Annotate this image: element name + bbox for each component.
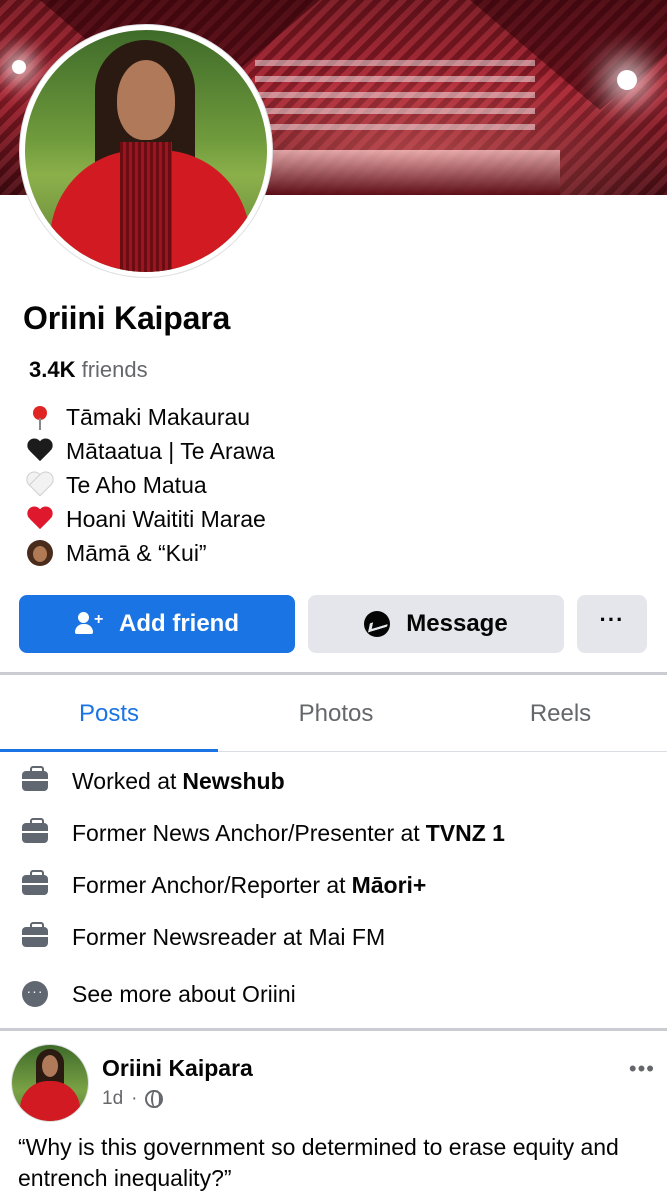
- tab-posts[interactable]: Posts: [0, 676, 218, 752]
- briefcase-icon: [0, 766, 72, 791]
- messenger-icon: [364, 611, 391, 637]
- woman-emoji-icon: [24, 539, 56, 567]
- section-divider: [0, 1028, 667, 1031]
- post-author-avatar[interactable]: [12, 1045, 88, 1121]
- friends-count-label: friends: [81, 357, 148, 382]
- work-item: Former News Anchor/Presenter at TVNZ 1: [0, 807, 667, 859]
- briefcase-icon: [0, 818, 72, 843]
- post-text: “Why is this government so determined to…: [18, 1134, 619, 1191]
- post-author-name[interactable]: Oriini Kaipara: [102, 1055, 253, 1082]
- tab-photos[interactable]: Photos: [218, 676, 454, 751]
- post-meta: 1d ·: [102, 1088, 164, 1110]
- work-item: Former Anchor/Reporter at Māori+: [0, 859, 667, 911]
- pin-icon: [24, 403, 56, 431]
- section-divider: [0, 672, 667, 675]
- post-time[interactable]: 1d: [102, 1088, 123, 1110]
- add-friend-button[interactable]: + Add friend: [19, 595, 295, 653]
- more-options-button[interactable]: ···: [577, 595, 647, 653]
- add-friend-icon: +: [75, 612, 103, 636]
- more-circle-icon: ···: [0, 981, 72, 1007]
- briefcase-icon: [0, 922, 72, 947]
- red-heart-icon: [24, 505, 56, 533]
- bio-line: Hoani Waititi Marae: [24, 502, 644, 536]
- friends-count-number: 3.4K: [29, 357, 76, 382]
- work-item: Former Newsreader at Mai FM: [0, 911, 667, 963]
- meta-separator: ·: [131, 1088, 138, 1109]
- work-item: Worked at Newshub: [0, 755, 667, 807]
- bio-line: Mātaatua | Te Arawa: [24, 434, 644, 468]
- see-more-about-link[interactable]: ··· See more about Oriini: [0, 963, 667, 1025]
- profile-name: Oriini Kaipara: [23, 300, 231, 336]
- tab-reels[interactable]: Reels: [454, 676, 667, 751]
- add-friend-label: Add friend: [119, 610, 239, 637]
- profile-bio: Tāmaki Makaurau Mātaatua | Te Arawa Te A…: [24, 400, 644, 570]
- profile-tabs: Posts Photos Reels: [0, 676, 667, 752]
- message-button[interactable]: Message: [308, 595, 564, 653]
- bio-line: Māmā & “Kui”: [24, 536, 644, 570]
- bio-line: Te Aho Matua: [24, 468, 644, 502]
- briefcase-icon: [0, 870, 72, 895]
- more-dots-icon: ···: [599, 607, 625, 632]
- message-label: Message: [406, 610, 508, 637]
- post-more-button[interactable]: •••: [629, 1056, 655, 1082]
- black-heart-icon: [24, 437, 56, 465]
- profile-picture[interactable]: [20, 25, 272, 277]
- white-heart-icon: [24, 471, 56, 499]
- friends-count[interactable]: 3.4K friends: [29, 357, 148, 383]
- globe-icon: [145, 1090, 164, 1108]
- profile-details: Worked at Newshub Former News Anchor/Pres…: [0, 755, 667, 1025]
- bio-line: Tāmaki Makaurau: [24, 400, 644, 434]
